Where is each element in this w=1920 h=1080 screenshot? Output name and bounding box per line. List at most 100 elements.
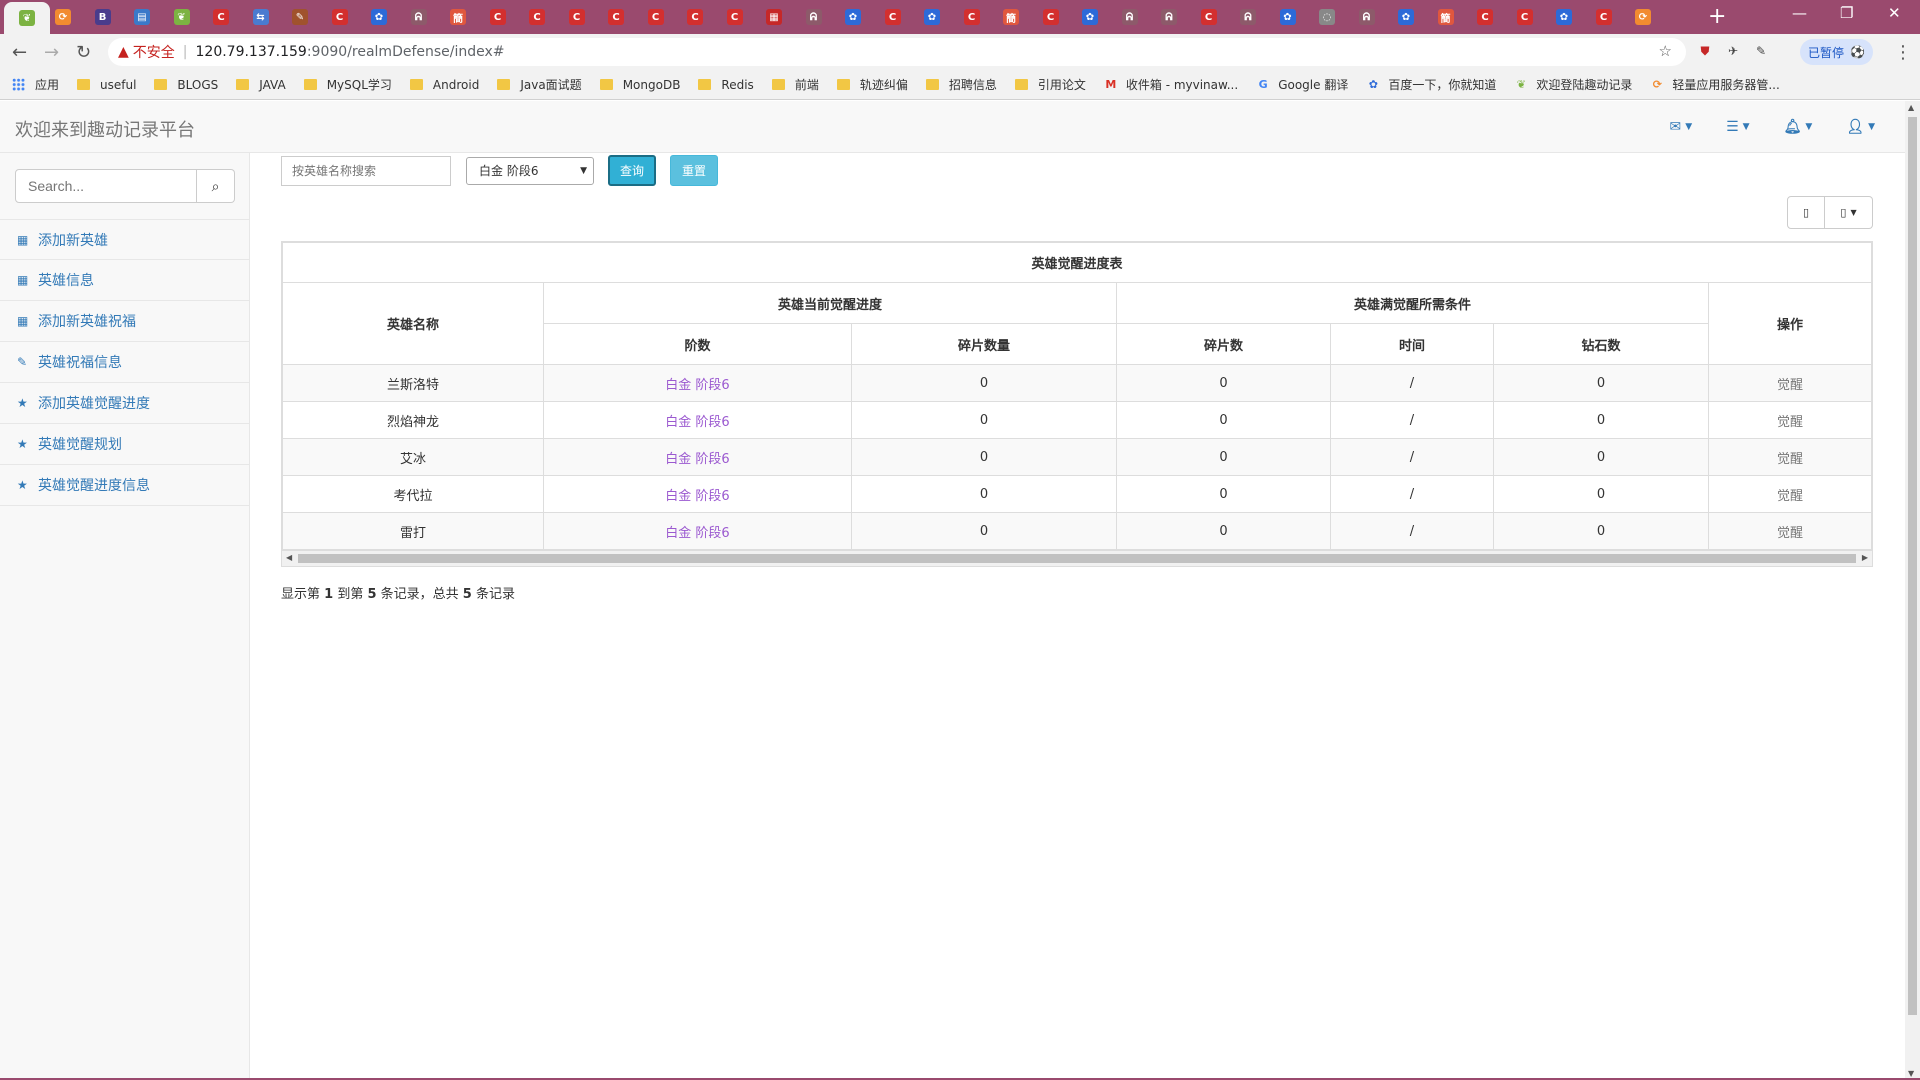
bookmark-star-icon[interactable]: ☆ xyxy=(1659,42,1672,60)
browser-tab[interactable]: ▦ xyxy=(763,6,785,28)
sidebar-menu-item[interactable]: ▦ 添加新英雄 xyxy=(0,219,249,260)
minimize-icon[interactable]: — xyxy=(1792,4,1807,22)
bookmark-item[interactable]: ✿ 百度一下，你就知道 xyxy=(1366,76,1497,93)
bookmark-item[interactable]: ⟳ 轻量应用服务器管... xyxy=(1650,76,1780,93)
browser-tab[interactable]: C xyxy=(566,6,588,28)
browser-tab[interactable]: ◌ xyxy=(1316,6,1338,28)
browser-tab[interactable]: ⟳ xyxy=(52,6,74,28)
browser-tab[interactable]: C xyxy=(1593,6,1615,28)
sidebar-menu-item[interactable]: ★ 英雄觉醒进度信息 xyxy=(0,465,249,506)
page-vertical-scrollbar[interactable]: ▲ ▼ xyxy=(1905,101,1920,1080)
forward-icon[interactable]: → xyxy=(44,42,59,63)
scrollbar-thumb[interactable] xyxy=(298,554,1856,563)
browser-tab[interactable]: 簡 xyxy=(447,6,469,28)
bookmark-item[interactable]: useful xyxy=(77,78,136,92)
search-input[interactable] xyxy=(15,169,197,203)
bookmark-item[interactable]: Java面试题 xyxy=(497,76,582,93)
awaken-action[interactable]: 觉醒 xyxy=(1708,512,1872,550)
browser-tab[interactable]: C xyxy=(210,6,232,28)
bookmark-item[interactable]: JAVA xyxy=(236,78,286,92)
browser-tab[interactable]: C xyxy=(526,6,548,28)
browser-tab[interactable]: ✿ xyxy=(1277,6,1299,28)
bookmark-item[interactable]: 应用 xyxy=(12,76,59,93)
browser-tab[interactable]: C xyxy=(329,6,351,28)
browser-tab[interactable]: ✿ xyxy=(921,6,943,28)
bookmark-item[interactable]: Android xyxy=(409,78,479,92)
horizontal-scrollbar[interactable]: ◀ ▶ xyxy=(282,550,1872,566)
sidebar-menu-item[interactable]: ▦ 添加新英雄祝福 xyxy=(0,301,249,342)
browser-tab[interactable]: ✿ xyxy=(1553,6,1575,28)
scroll-down-icon[interactable]: ▼ xyxy=(1908,1069,1914,1078)
bookmark-item[interactable]: 前端 xyxy=(771,76,819,93)
profile-paused-button[interactable]: 已暂停 ⚽ xyxy=(1800,39,1873,65)
browser-tab[interactable]: ᕱ xyxy=(1356,6,1378,28)
browser-tab[interactable]: 簡 xyxy=(1435,6,1457,28)
toggle-view-button[interactable]: ▯ xyxy=(1787,196,1825,229)
stage-cell[interactable]: 白金 阶段6 xyxy=(543,401,852,439)
browser-tab[interactable]: C xyxy=(1040,6,1062,28)
browser-tab[interactable]: ᕱ xyxy=(803,6,825,28)
bookmark-item[interactable]: MySQL学习 xyxy=(303,76,392,93)
bookmark-item[interactable]: 招聘信息 xyxy=(925,76,997,93)
search-button[interactable]: ⌕ xyxy=(197,169,235,203)
scroll-up-icon[interactable]: ▲ xyxy=(1908,103,1914,112)
browser-tab[interactable]: C xyxy=(605,6,627,28)
new-tab-button[interactable]: + xyxy=(1708,4,1726,29)
browser-tab[interactable]: C xyxy=(882,6,904,28)
browser-tab[interactable]: C xyxy=(1198,6,1220,28)
close-icon[interactable]: ✕ xyxy=(1888,4,1901,22)
browser-tab[interactable]: ✿ xyxy=(368,6,390,28)
ublock-icon[interactable]: ⛊ xyxy=(1696,42,1714,60)
sidebar-menu-item[interactable]: ✎ 英雄祝福信息 xyxy=(0,342,249,383)
columns-button[interactable]: ▯ ▼ xyxy=(1825,196,1873,229)
scroll-left-icon[interactable]: ◀ xyxy=(286,553,292,562)
browser-tab[interactable]: ⇆ xyxy=(250,6,272,28)
menu-icon[interactable]: ⋮ xyxy=(1894,42,1912,63)
browser-tab[interactable]: ▤ xyxy=(131,6,153,28)
restore-icon[interactable]: ❐ xyxy=(1840,4,1853,22)
query-button[interactable]: 查询 xyxy=(608,155,656,186)
sidebar-menu-item[interactable]: ▦ 英雄信息 xyxy=(0,260,249,301)
browser-tab[interactable]: C xyxy=(684,6,706,28)
browser-tab[interactable]: ✎ xyxy=(289,6,311,28)
scrollbar-thumb[interactable] xyxy=(1908,117,1917,1015)
alerts-dropdown[interactable]: 🔔︎ ▼ xyxy=(1784,119,1813,135)
reload-icon[interactable]: ↻ xyxy=(76,42,91,63)
stage-cell[interactable]: 白金 阶段6 xyxy=(543,438,852,476)
browser-tab[interactable]: ᕱ xyxy=(408,6,430,28)
stage-cell[interactable]: 白金 阶段6 xyxy=(543,475,852,513)
bookmark-item[interactable]: ❦ 欢迎登陆趣动记录 xyxy=(1514,76,1633,93)
bookmark-item[interactable]: M 收件箱 - myvinaw... xyxy=(1104,76,1238,93)
browser-tab[interactable]: C xyxy=(487,6,509,28)
awaken-action[interactable]: 觉醒 xyxy=(1708,475,1872,513)
stage-cell[interactable]: 白金 阶段6 xyxy=(543,364,852,402)
reset-button[interactable]: 重置 xyxy=(670,155,718,186)
awaken-action[interactable]: 觉醒 xyxy=(1708,438,1872,476)
bookmark-item[interactable]: 轨迹纠偏 xyxy=(836,76,908,93)
browser-tab[interactable]: ✿ xyxy=(1079,6,1101,28)
tasks-dropdown[interactable]: ☰ ▼ xyxy=(1726,119,1749,135)
extension-icon[interactable]: ✈ xyxy=(1724,42,1742,60)
browser-tab[interactable]: C xyxy=(724,6,746,28)
address-bar[interactable]: ▲ 不安全 | 120.79.137.159 :9090/realmDefens… xyxy=(108,38,1686,66)
user-dropdown[interactable]: 👤︎ ▼ xyxy=(1846,119,1875,135)
browser-tab[interactable]: ✿ xyxy=(1395,6,1417,28)
browser-tab[interactable]: ᕱ xyxy=(1237,6,1259,28)
bookmark-item[interactable]: MongoDB xyxy=(599,78,680,92)
stage-cell[interactable]: 白金 阶段6 xyxy=(543,512,852,550)
bookmark-item[interactable]: BLOGS xyxy=(154,78,218,92)
browser-tab[interactable]: 簡 xyxy=(1000,6,1022,28)
bookmark-item[interactable]: G Google 翻译 xyxy=(1256,76,1349,93)
brand-title[interactable]: 欢迎来到趣动记录平台 xyxy=(15,116,195,142)
browser-tab[interactable]: ✿ xyxy=(842,6,864,28)
browser-tab[interactable]: C xyxy=(961,6,983,28)
sidebar-menu-item[interactable]: ★ 添加英雄觉醒进度 xyxy=(0,383,249,424)
extension-icon[interactable]: ✎ xyxy=(1752,42,1770,60)
browser-tab[interactable]: ᕱ xyxy=(1119,6,1141,28)
awaken-action[interactable]: 觉醒 xyxy=(1708,401,1872,439)
hero-name-search-input[interactable] xyxy=(281,155,451,186)
browser-tab[interactable]: B xyxy=(92,6,114,28)
stage-select[interactable]: 白金 阶段6 ▼ xyxy=(466,156,594,185)
active-tab[interactable]: ❦ xyxy=(4,2,50,34)
browser-tab[interactable]: ⟳ xyxy=(1632,6,1654,28)
